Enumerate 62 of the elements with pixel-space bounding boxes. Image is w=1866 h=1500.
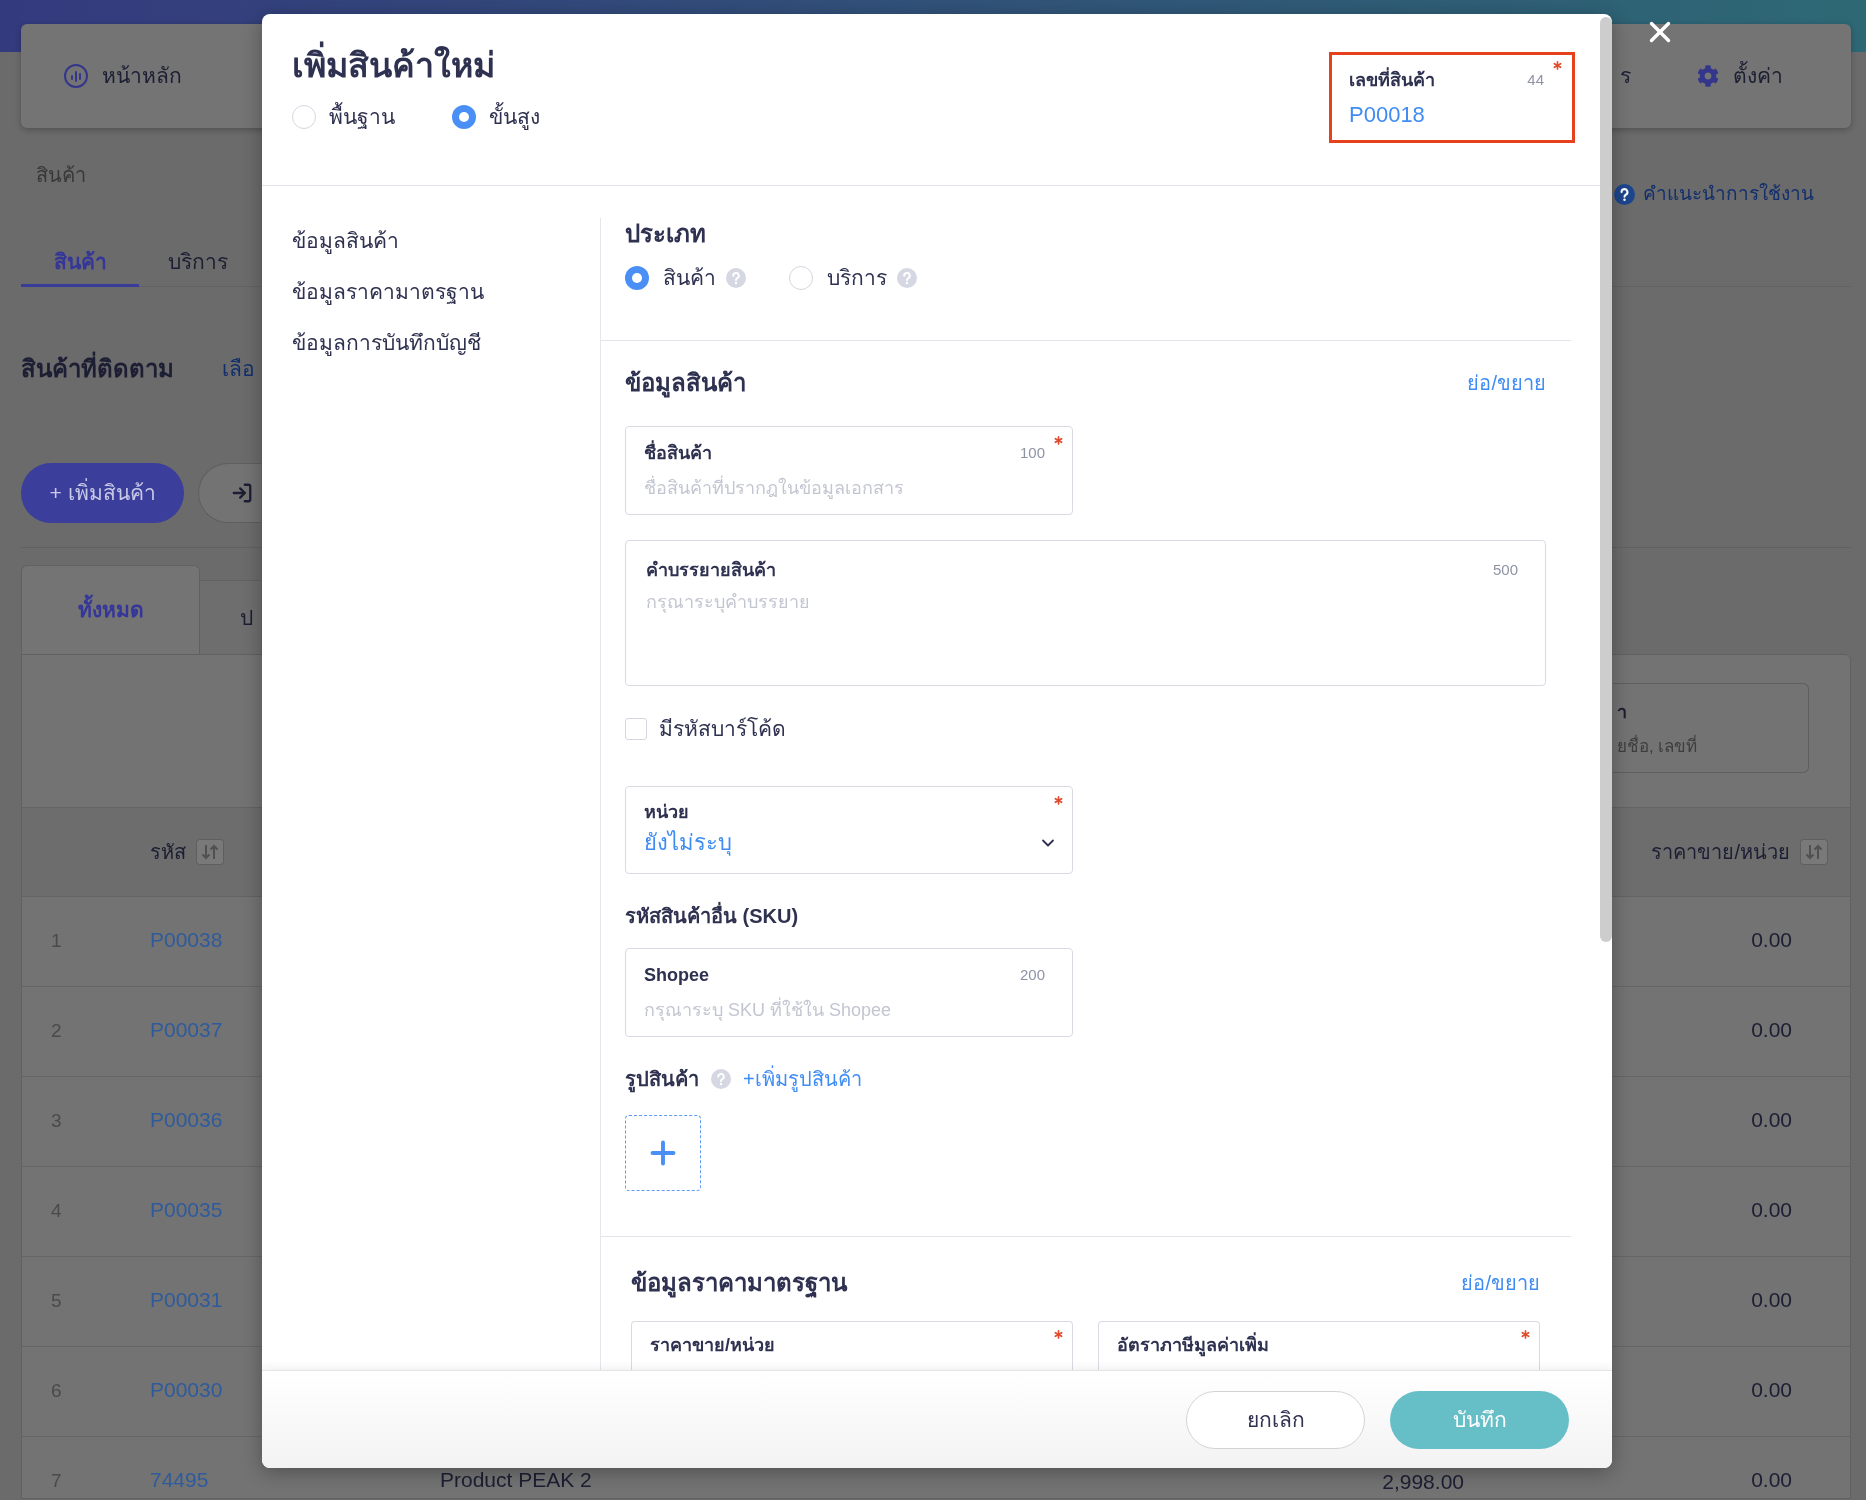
- tab[interactable]: ทั้งหมด: [21, 565, 200, 654]
- radio-button[interactable]: [625, 266, 649, 290]
- table-cell: 0.00: [1751, 928, 1792, 951]
- radio-button[interactable]: [452, 105, 476, 129]
- help-icon[interactable]: [1614, 183, 1635, 205]
- collapse-toggle-link[interactable]: ย่อ/ขยาย: [1467, 369, 1546, 397]
- tab[interactable]: บริการ: [139, 225, 257, 287]
- section-nav-item[interactable]: ข้อมูลราคามาตรฐาน: [292, 277, 484, 307]
- radio-label[interactable]: ขั้นสูง: [489, 103, 540, 131]
- settings-icon: [1697, 65, 1719, 87]
- table-cell: 0.00: [1751, 1288, 1792, 1311]
- section-nav-item[interactable]: ข้อมูลสินค้า: [292, 226, 399, 256]
- section-title: ข้อมูลสินค้า: [625, 368, 746, 399]
- field-group-title: รูปสินค้า: [625, 1065, 699, 1093]
- radio-label[interactable]: พื้นฐาน: [329, 103, 395, 131]
- table-cell: 0.00: [1751, 1468, 1792, 1491]
- add-product-button[interactable]: + เพิ่มสินค้า: [21, 463, 184, 523]
- nav-item[interactable]: ร: [1620, 62, 1631, 90]
- sku-field[interactable]: Shopee 200 กรุณาระบุ SKU ที่ใช้ใน Shopee: [625, 948, 1073, 1037]
- tab[interactable]: สินค้า: [21, 225, 139, 287]
- radio-button[interactable]: [292, 105, 316, 129]
- section-title: สินค้าที่ติดตาม: [21, 353, 222, 385]
- nav-item[interactable]: หน้าหลัก: [64, 62, 182, 90]
- save-button[interactable]: บันทึก: [1390, 1390, 1569, 1449]
- description-field[interactable]: คำบรรยายสินค้า 500 กรุณาระบุคำบรรยาย: [625, 540, 1546, 686]
- checkbox-label[interactable]: มีรหัสบาร์โค้ด: [659, 715, 786, 743]
- select-link[interactable]: เลือ: [222, 355, 255, 383]
- table-cell: Product PEAK 2: [440, 1468, 592, 1491]
- table-cell: 0.00: [1751, 1198, 1792, 1221]
- radio-label[interactable]: บริการ: [827, 264, 887, 292]
- table-cell: 0.00: [1751, 1018, 1792, 1041]
- scrollbar-thumb[interactable]: [1600, 17, 1612, 942]
- radio-button[interactable]: [789, 266, 813, 290]
- nav-item[interactable]: ตั้งค่า: [1697, 62, 1783, 90]
- unit-select[interactable]: หน่วย ยังไม่ระบุ: [625, 786, 1073, 874]
- modal-title: เพิ่มสินค้าใหม่: [292, 43, 495, 87]
- table-cell: 0.00: [1751, 1108, 1792, 1131]
- sort-icon[interactable]: [1800, 839, 1828, 865]
- collapse-toggle-link[interactable]: ย่อ/ขยาย: [1461, 1269, 1540, 1297]
- text-area[interactable]: กรุณาระบุคำบรรยาย: [646, 588, 1518, 648]
- column-header[interactable]: รหัส: [150, 837, 224, 867]
- login-icon: [231, 482, 253, 504]
- radio-label[interactable]: สินค้า: [663, 264, 716, 292]
- image-upload-button[interactable]: [625, 1115, 701, 1191]
- column-header[interactable]: ราคาขาย/หน่วย: [1651, 837, 1828, 867]
- table-cell: 2,998.00: [1382, 1470, 1464, 1493]
- chart-icon: [64, 64, 88, 88]
- cancel-button[interactable]: ยกเลิก: [1186, 1390, 1365, 1449]
- checkbox[interactable]: [625, 718, 647, 740]
- product-name-field[interactable]: ชื่อสินค้า 100 ชื่อสินค้าที่ปรากฎในข้อมูลเอกสาร: [625, 426, 1073, 515]
- section-title: ประเภท: [625, 219, 706, 249]
- help-link[interactable]: คำแนะนำการใช้งาน: [1614, 180, 1814, 208]
- toolbar-button[interactable]: [198, 463, 261, 523]
- text-input[interactable]: กรุณาระบุ SKU ที่ใช้ใน Shopee: [644, 995, 1045, 1025]
- section-title: ข้อมูลราคามาตรฐาน: [631, 1268, 847, 1299]
- sort-icon[interactable]: [196, 839, 224, 865]
- table-cell: 0.00: [1751, 1378, 1792, 1401]
- add-image-link[interactable]: +เพิ่มรูปสินค้า: [743, 1065, 862, 1093]
- field-group-title: รหัสสินค้าอื่น (SKU): [625, 902, 799, 930]
- product-number-field[interactable]: เลขที่สินค้า 44 P00018: [1329, 52, 1575, 143]
- text-input[interactable]: ชื่อสินค้าที่ปรากฎในข้อมูลเอกสาร: [644, 473, 1045, 503]
- section-nav-item[interactable]: ข้อมูลการบันทึกบัญชี: [292, 328, 481, 358]
